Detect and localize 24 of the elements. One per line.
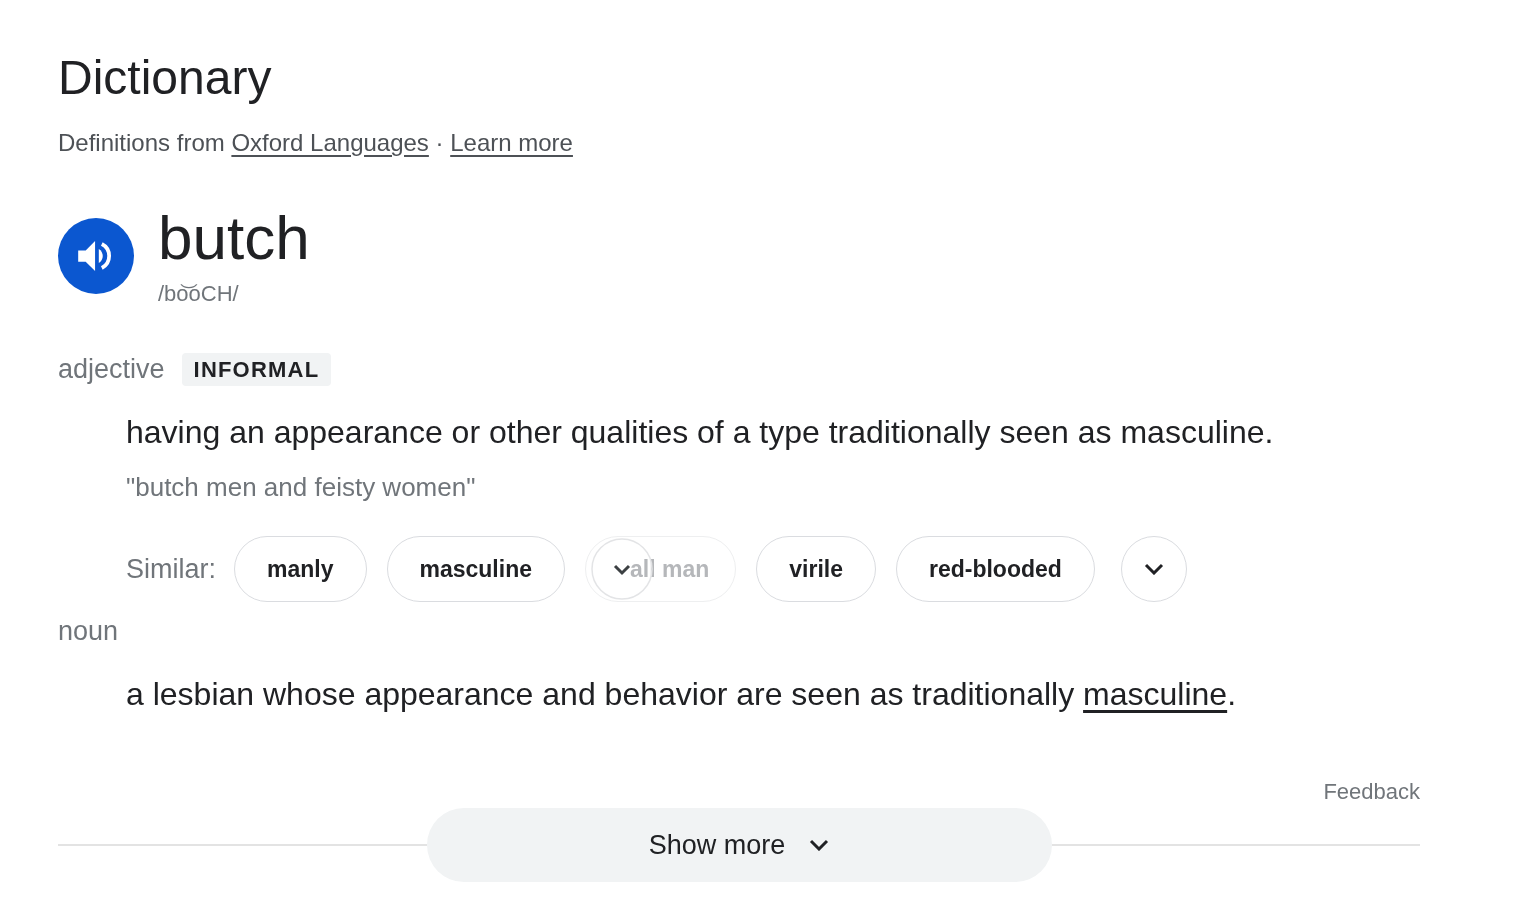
synonym-chip[interactable]: virile <box>756 536 876 602</box>
chevron-down-icon <box>1143 563 1164 575</box>
chevron-down-icon <box>809 839 830 851</box>
headword: butch <box>158 206 310 270</box>
source-link[interactable]: Oxford Languages <box>231 129 429 156</box>
synonym-chip[interactable]: masculine <box>386 536 565 602</box>
synonym-chip[interactable]: red-blooded <box>896 536 1095 602</box>
source-line: Definitions from Oxford Languages · Learn more <box>58 128 573 158</box>
speaker-icon <box>78 241 114 271</box>
source-link[interactable]: Learn more <box>450 129 573 156</box>
part-of-speech: noun <box>58 615 119 648</box>
pronunciation: /bo͝oCH/ <box>158 280 239 308</box>
definition: a lesbian whose appearance and behavior are seen as traditionally masculine. <box>126 675 1237 714</box>
definition-link[interactable]: masculine <box>1083 676 1228 712</box>
example-sentence: "butch men and feisty women" <box>126 471 476 504</box>
feedback-link[interactable]: Feedback <box>1323 778 1420 806</box>
dictionary-title: Dictionary <box>58 50 272 106</box>
show-more-button[interactable]: Show more <box>426 808 1052 882</box>
definition: having an appearance or other qualities of a type traditionally seen as masculine. <box>126 413 1274 452</box>
register-tag: INFORMAL <box>181 353 332 386</box>
synonym-chip[interactable]: manly <box>234 536 367 602</box>
similar-label: Similar: <box>126 553 216 586</box>
chevron-ring-icon <box>591 538 653 600</box>
part-of-speech: adjective <box>58 353 165 386</box>
